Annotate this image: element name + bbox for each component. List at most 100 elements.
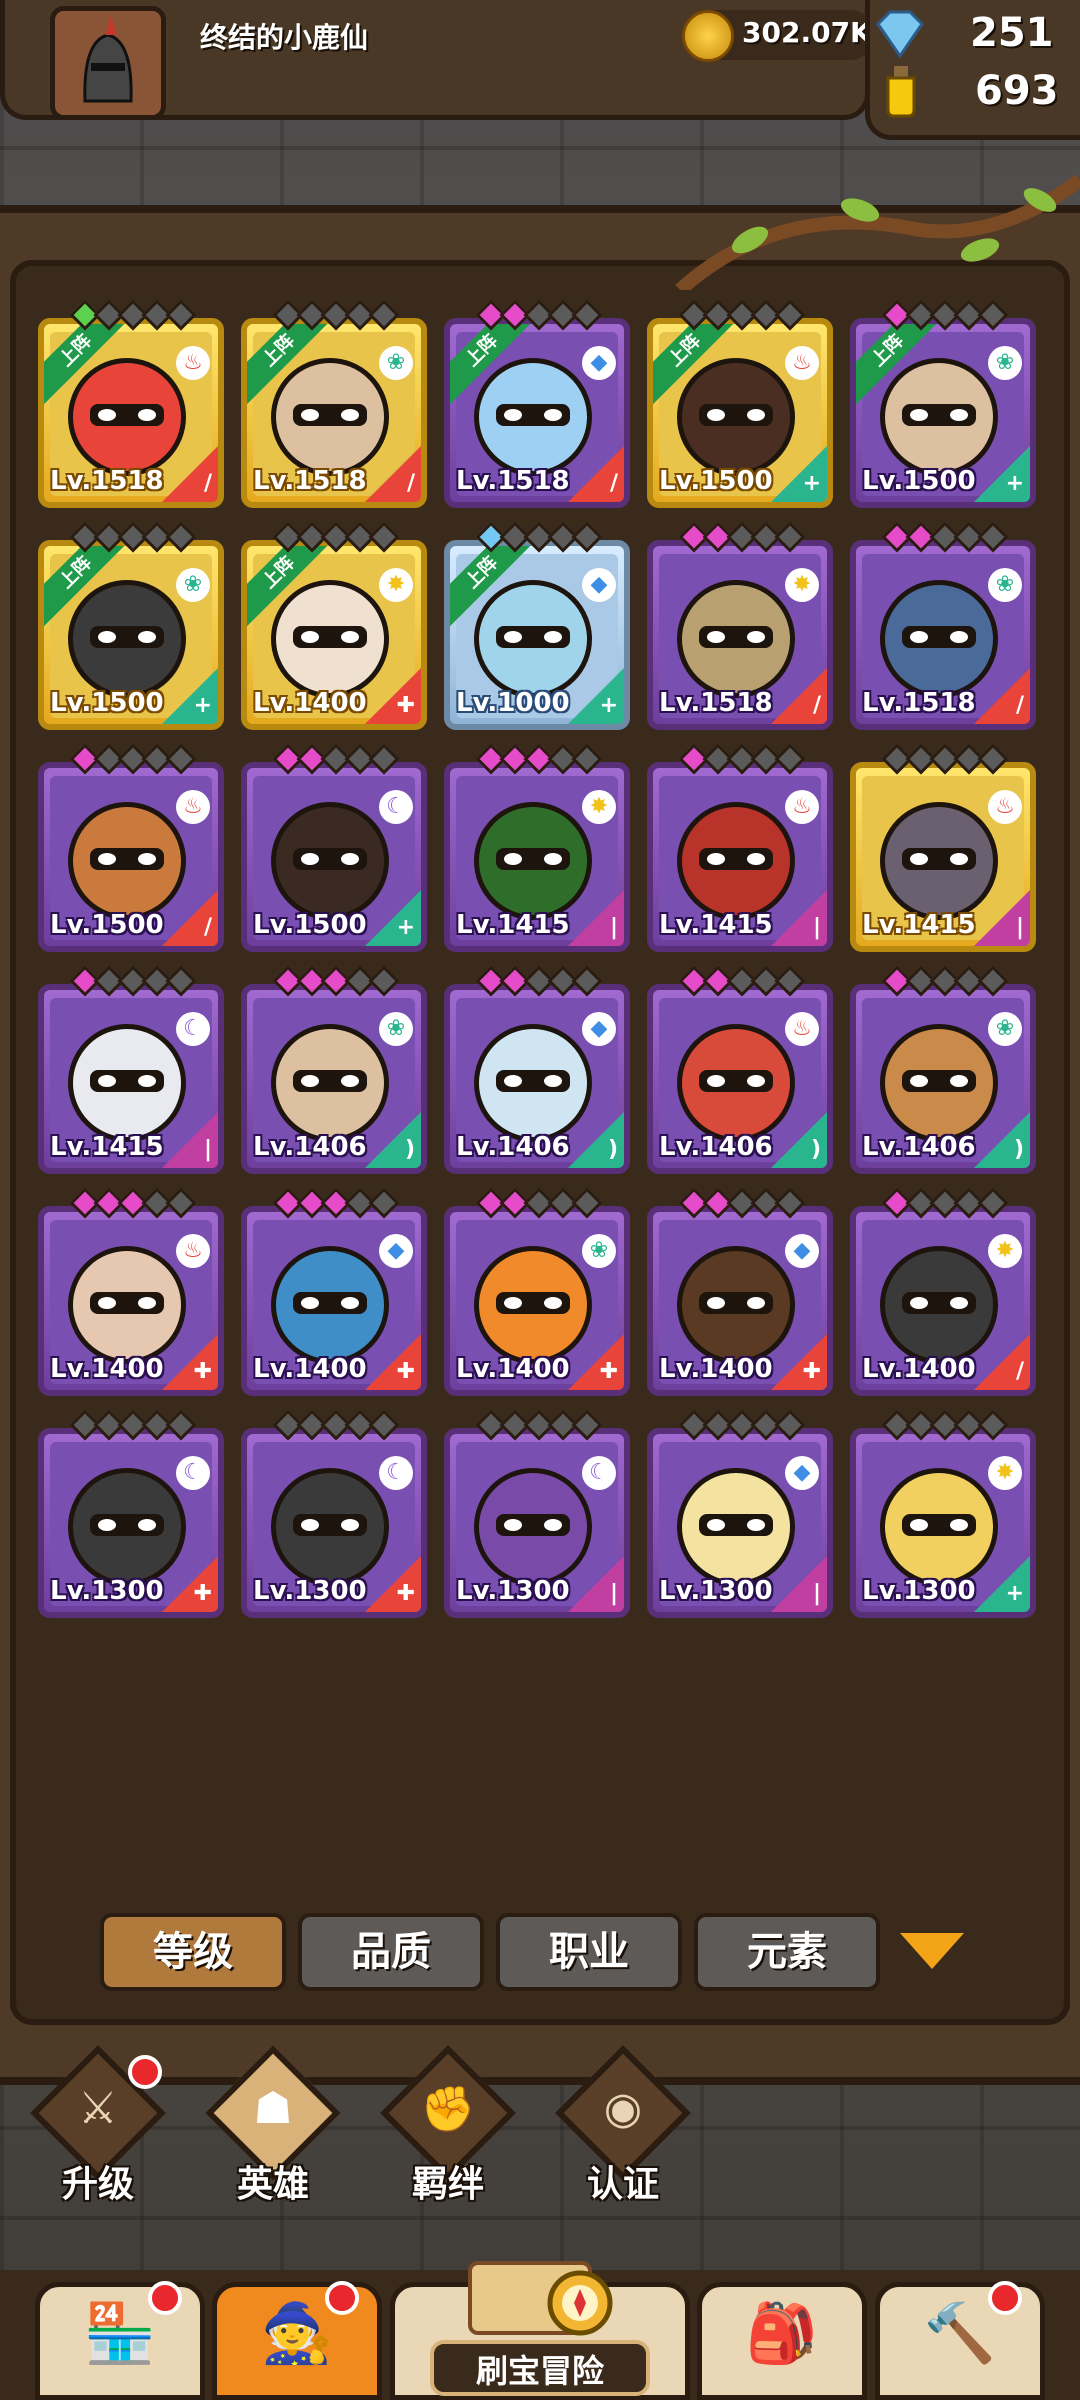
heroes-label: 英雄	[236, 2164, 309, 2205]
hero-card[interactable]: ✸ + Lv.1300	[850, 1428, 1036, 1618]
hero-star-gems	[647, 743, 833, 775]
hero-card[interactable]: ☾ ✚ Lv.1300	[241, 1428, 427, 1618]
hero-card[interactable]: ❀) Lv.1406	[241, 984, 427, 1174]
hero-card[interactable]: ◆ ✚ Lv.1400	[647, 1206, 833, 1396]
sword-class-icon: /	[203, 915, 212, 940]
star-gem-icon	[165, 965, 197, 997]
shop-notification-badge	[148, 2281, 182, 2315]
hero-star-gems	[241, 965, 427, 997]
hero-star-gems	[241, 299, 427, 331]
hero-card[interactable]: ♨ | Lv.1415	[850, 762, 1036, 952]
bond-action[interactable]: ✊ 羁绊	[368, 2045, 518, 2205]
staff-class-icon: |	[1015, 915, 1024, 940]
treasure-map-compass-icon	[468, 2261, 613, 2336]
certify-action[interactable]: ◉ 认证	[543, 2045, 693, 2205]
gold-amount: 302.07K	[742, 16, 872, 49]
nav-shop[interactable]: 🏪	[35, 2281, 205, 2400]
hero-card[interactable]: ❀ + 上阵 Lv.1500	[38, 540, 224, 730]
hero-level: Lv.1400	[456, 1354, 570, 1384]
sword-class-icon: /	[812, 693, 821, 718]
hero-card[interactable]: ♨) Lv.1406	[647, 984, 833, 1174]
dark-element-icon: ☾	[379, 1456, 413, 1490]
hero-card[interactable]: ☾ | Lv.1300	[444, 1428, 630, 1618]
star-gem-icon	[571, 1409, 603, 1441]
star-gem-icon	[571, 965, 603, 997]
hero-level: Lv.1300	[253, 1576, 367, 1606]
fire-element-icon: ♨	[785, 346, 819, 380]
hero-card[interactable]: ☾ | Lv.1415	[38, 984, 224, 1174]
player-avatar[interactable]	[50, 6, 166, 120]
hero-eyes	[496, 1070, 570, 1092]
hero-card[interactable]: ♨ / Lv.1500	[38, 762, 224, 952]
upgrade-action[interactable]: ⚔ 升级	[18, 2045, 168, 2205]
dark-element-icon: ☾	[379, 790, 413, 824]
hero-star-gems	[444, 1409, 630, 1441]
hero-card[interactable]: ♨ + 上阵 Lv.1500	[647, 318, 833, 508]
hero-card[interactable]: ❀ / Lv.1518	[850, 540, 1036, 730]
hero-card[interactable]: ☾ ✚ Lv.1300	[38, 1428, 224, 1618]
hero-eyes	[90, 626, 164, 648]
hero-card[interactable]: ❀ ✚ Lv.1400	[444, 1206, 630, 1396]
hero-card[interactable]: ♨ / 上阵 Lv.1518	[38, 318, 224, 508]
branch-decoration	[675, 174, 1080, 290]
hero-level: Lv.1518	[50, 466, 164, 496]
hero-card[interactable]: ◆) Lv.1406	[444, 984, 630, 1174]
sword-class-icon: /	[406, 471, 415, 496]
cross-class-icon: ✚	[396, 1581, 415, 1606]
fire-element-icon: ♨	[785, 1012, 819, 1046]
hero-card[interactable]: ❀ / 上阵 Lv.1518	[241, 318, 427, 508]
hero-star-gems	[647, 1187, 833, 1219]
water-element-icon: ◆	[785, 1456, 819, 1490]
hero-card[interactable]: ❀) Lv.1406	[850, 984, 1036, 1174]
hero-card[interactable]: ♨ ✚ Lv.1400	[38, 1206, 224, 1396]
heroes-action[interactable]: ☗ 英雄	[193, 2045, 343, 2205]
shield-class-icon: +	[396, 915, 415, 940]
hero-card[interactable]: ◆ ✚ Lv.1400	[241, 1206, 427, 1396]
filter-quality-button[interactable]: 品质	[298, 1913, 484, 1991]
handshake-icon: ✊	[420, 2084, 476, 2135]
hero-card[interactable]: ◆ | Lv.1300	[647, 1428, 833, 1618]
nav-inventory[interactable]: 🎒	[697, 2282, 867, 2400]
wind-element-icon: ❀	[176, 568, 210, 602]
filter-level-button[interactable]: 等级	[100, 1913, 286, 1991]
light-element-icon: ✸	[379, 568, 413, 602]
light-element-icon: ✸	[988, 1234, 1022, 1268]
hero-eyes	[902, 1292, 976, 1314]
hero-level: Lv.1415	[50, 1132, 164, 1162]
bond-label: 羁绊	[411, 2164, 484, 2205]
cross-class-icon: ✚	[802, 1359, 821, 1384]
filter-dropdown-arrow-icon[interactable]	[900, 1933, 964, 1969]
hero-card[interactable]: ◆ + 上阵 Lv.1000	[444, 540, 630, 730]
cross-class-icon: ✚	[599, 1359, 618, 1384]
star-gem-icon	[165, 1409, 197, 1441]
bow-class-icon: )	[607, 1137, 618, 1162]
hero-level: Lv.1406	[456, 1132, 570, 1162]
hero-level: Lv.1500	[50, 688, 164, 718]
hero-card[interactable]: ✸ ✚ 上阵 Lv.1400	[241, 540, 427, 730]
shield-class-icon: +	[802, 471, 821, 496]
nav-heroes[interactable]: 🧙	[212, 2281, 382, 2400]
hero-card[interactable]: ♨ | Lv.1415	[647, 762, 833, 952]
nav-forge[interactable]: 🔨	[875, 2281, 1045, 2400]
nav-adventure[interactable]: 刷宝冒险	[430, 2245, 650, 2400]
hero-eyes	[90, 1514, 164, 1536]
hero-star-gems	[647, 1409, 833, 1441]
star-gem-icon	[977, 521, 1009, 553]
hero-card[interactable]: ✸ / Lv.1518	[647, 540, 833, 730]
hero-level: Lv.1300	[50, 1576, 164, 1606]
hero-card[interactable]: ✸ | Lv.1415	[444, 762, 630, 952]
hero-eyes	[902, 1514, 976, 1536]
hero-card[interactable]: ❀ + 上阵 Lv.1500	[850, 318, 1036, 508]
hero-card[interactable]: ☾ + Lv.1500	[241, 762, 427, 952]
hero-card[interactable]: ✸ / Lv.1400	[850, 1206, 1036, 1396]
hero-eyes	[90, 1292, 164, 1314]
hero-eyes	[293, 1070, 367, 1092]
hero-eyes	[496, 1514, 570, 1536]
sword-class-icon: /	[1015, 693, 1024, 718]
top-bar: 终结的小鹿仙 302.07K 251 693	[0, 0, 1080, 140]
star-gem-icon	[977, 1409, 1009, 1441]
filter-element-button[interactable]: 元素	[694, 1913, 880, 1991]
hero-action-row: ⚔ 升级 ☗ 英雄 ✊ 羁绊 ◉ 认证	[0, 2045, 1080, 2205]
filter-class-button[interactable]: 职业	[496, 1913, 682, 1991]
hero-card[interactable]: ◆ / 上阵 Lv.1518	[444, 318, 630, 508]
